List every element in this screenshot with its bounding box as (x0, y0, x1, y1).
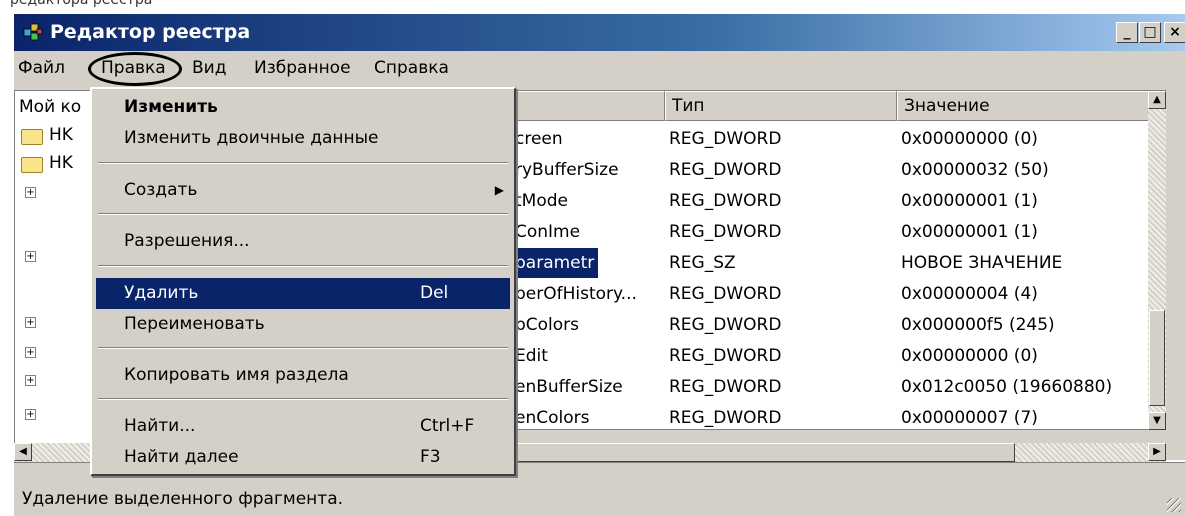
row-name[interactable]: ConIme (515, 217, 580, 247)
row-type: REG_DWORD (669, 222, 782, 242)
menu-item-label: Переименовать (124, 314, 265, 334)
column-header-type[interactable]: Тип (665, 91, 897, 121)
row-type: REG_DWORD (669, 408, 782, 428)
minimize-button[interactable]: _ (1116, 22, 1138, 43)
row-value: 0x00000001 (1) (901, 191, 1038, 211)
menu-bar: Файл Правка Вид Избранное Справка (14, 51, 1185, 87)
menu-item-modify-binary[interactable]: Изменить двоичные данные (96, 123, 510, 154)
menu-item-find[interactable]: Найти... Ctrl+F (96, 411, 510, 442)
tree-root-label[interactable]: Мой ко (19, 97, 81, 117)
menu-separator (98, 265, 508, 267)
menu-item-label: Копировать имя раздела (124, 365, 349, 385)
row-name[interactable]: berOfHistory... (515, 279, 637, 309)
menu-item-label: Найти... (124, 416, 196, 436)
horizontal-scroll-thumb[interactable] (515, 443, 1015, 462)
regedit-icon (22, 21, 44, 43)
menu-item-shortcut: Ctrl+F (420, 416, 475, 436)
menu-view[interactable]: Вид (192, 58, 226, 78)
column-header-value[interactable]: Значение (897, 91, 1151, 121)
row-type: REG_DWORD (669, 284, 782, 304)
menu-item-label: Разрешения... (124, 231, 250, 251)
row-type: REG_DWORD (669, 160, 782, 180)
row-name[interactable]: pColors (515, 310, 579, 340)
menu-item-permissions[interactable]: Разрешения... (96, 226, 510, 257)
size-grip-icon[interactable] (1167, 498, 1181, 512)
menu-item-label: Изменить (124, 97, 218, 117)
row-name[interactable]: parametr (511, 248, 599, 278)
vertical-scroll-thumb[interactable] (1149, 310, 1165, 406)
menu-item-label: Найти далее (124, 447, 239, 467)
folder-icon (21, 129, 43, 145)
row-name[interactable]: creen (515, 124, 563, 154)
maximize-button[interactable]: □ (1139, 22, 1161, 43)
row-value: 0x00000000 (0) (901, 129, 1038, 149)
row-value: 0x00000000 (0) (901, 346, 1038, 366)
row-name[interactable]: ryBufferSize (515, 155, 619, 185)
menu-item-modify[interactable]: Изменить (96, 92, 510, 123)
status-text: Удаление выделенного фрагмента. (22, 489, 344, 509)
row-name[interactable]: tMode (515, 186, 568, 216)
menu-item-copy-key-name[interactable]: Копировать имя раздела (96, 360, 510, 391)
expand-plus-icon[interactable]: + (25, 317, 36, 328)
menu-separator (98, 213, 508, 215)
tree-item[interactable]: HK (49, 125, 73, 145)
scroll-left-icon[interactable]: ◀ (14, 443, 32, 461)
expand-plus-icon[interactable]: + (25, 187, 36, 198)
row-type: REG_DWORD (669, 346, 782, 366)
menu-item-shortcut: F3 (420, 447, 441, 467)
menu-file[interactable]: Файл (18, 58, 65, 78)
row-type: REG_DWORD (669, 129, 782, 149)
menu-favorites[interactable]: Избранное (254, 58, 351, 78)
menu-edit-highlight-circle (88, 52, 182, 86)
row-value: НОВОЕ ЗНАЧЕНИЕ (901, 253, 1063, 273)
window-title: Редактор реестра (50, 21, 251, 43)
scroll-down-icon[interactable]: ▼ (1148, 412, 1166, 430)
top-caption: редактора реестра (0, 0, 1185, 14)
menu-item-find-next[interactable]: Найти далее F3 (96, 442, 510, 473)
menu-item-label: Изменить двоичные данные (124, 128, 379, 148)
row-type: REG_SZ (669, 253, 736, 273)
close-button[interactable]: × (1164, 22, 1185, 43)
row-name[interactable]: enBufferSize (515, 372, 623, 402)
scroll-right-icon[interactable]: ▶ (1148, 443, 1166, 461)
expand-plus-icon[interactable]: + (25, 347, 36, 358)
row-type: REG_DWORD (669, 377, 782, 397)
title-bar: Редактор реестра _ □ × (14, 14, 1185, 51)
expand-plus-icon[interactable]: + (25, 409, 36, 420)
menu-item-delete[interactable]: Удалить Del (96, 278, 510, 309)
menu-help[interactable]: Справка (374, 58, 449, 78)
tree-pane[interactable]: Мой ко HK HK + + + + + + (14, 90, 100, 456)
row-value: 0x00000004 (4) (901, 284, 1038, 304)
menu-item-label: Создать (124, 180, 198, 200)
menu-separator (98, 162, 508, 164)
menu-separator (98, 398, 508, 400)
menu-item-rename[interactable]: Переименовать (96, 309, 510, 340)
menu-item-shortcut: Del (420, 283, 449, 303)
scroll-up-icon[interactable]: ▲ (1148, 91, 1166, 109)
row-value: 0x00000007 (7) (901, 408, 1038, 428)
row-value: 0x00000032 (50) (901, 160, 1049, 180)
menu-item-new[interactable]: Создать ▶ (96, 175, 510, 206)
edit-menu-dropdown: Изменить Изменить двоичные данные Создат… (90, 87, 516, 476)
row-value: 0x012c0050 (19660880) (901, 377, 1113, 397)
row-type: REG_DWORD (669, 191, 782, 211)
row-type: REG_DWORD (669, 315, 782, 335)
row-value: 0x00000001 (1) (901, 222, 1038, 242)
menu-separator (98, 347, 508, 349)
menu-item-label: Удалить (124, 283, 199, 303)
row-name[interactable]: enColors (515, 403, 589, 429)
expand-plus-icon[interactable]: + (25, 251, 36, 262)
folder-icon (21, 157, 43, 173)
expand-plus-icon[interactable]: + (25, 375, 36, 386)
row-value: 0x000000f5 (245) (901, 315, 1055, 335)
tree-item[interactable]: HK (49, 153, 73, 173)
row-name[interactable]: Edit (515, 341, 548, 371)
submenu-arrow-icon: ▶ (494, 183, 504, 197)
